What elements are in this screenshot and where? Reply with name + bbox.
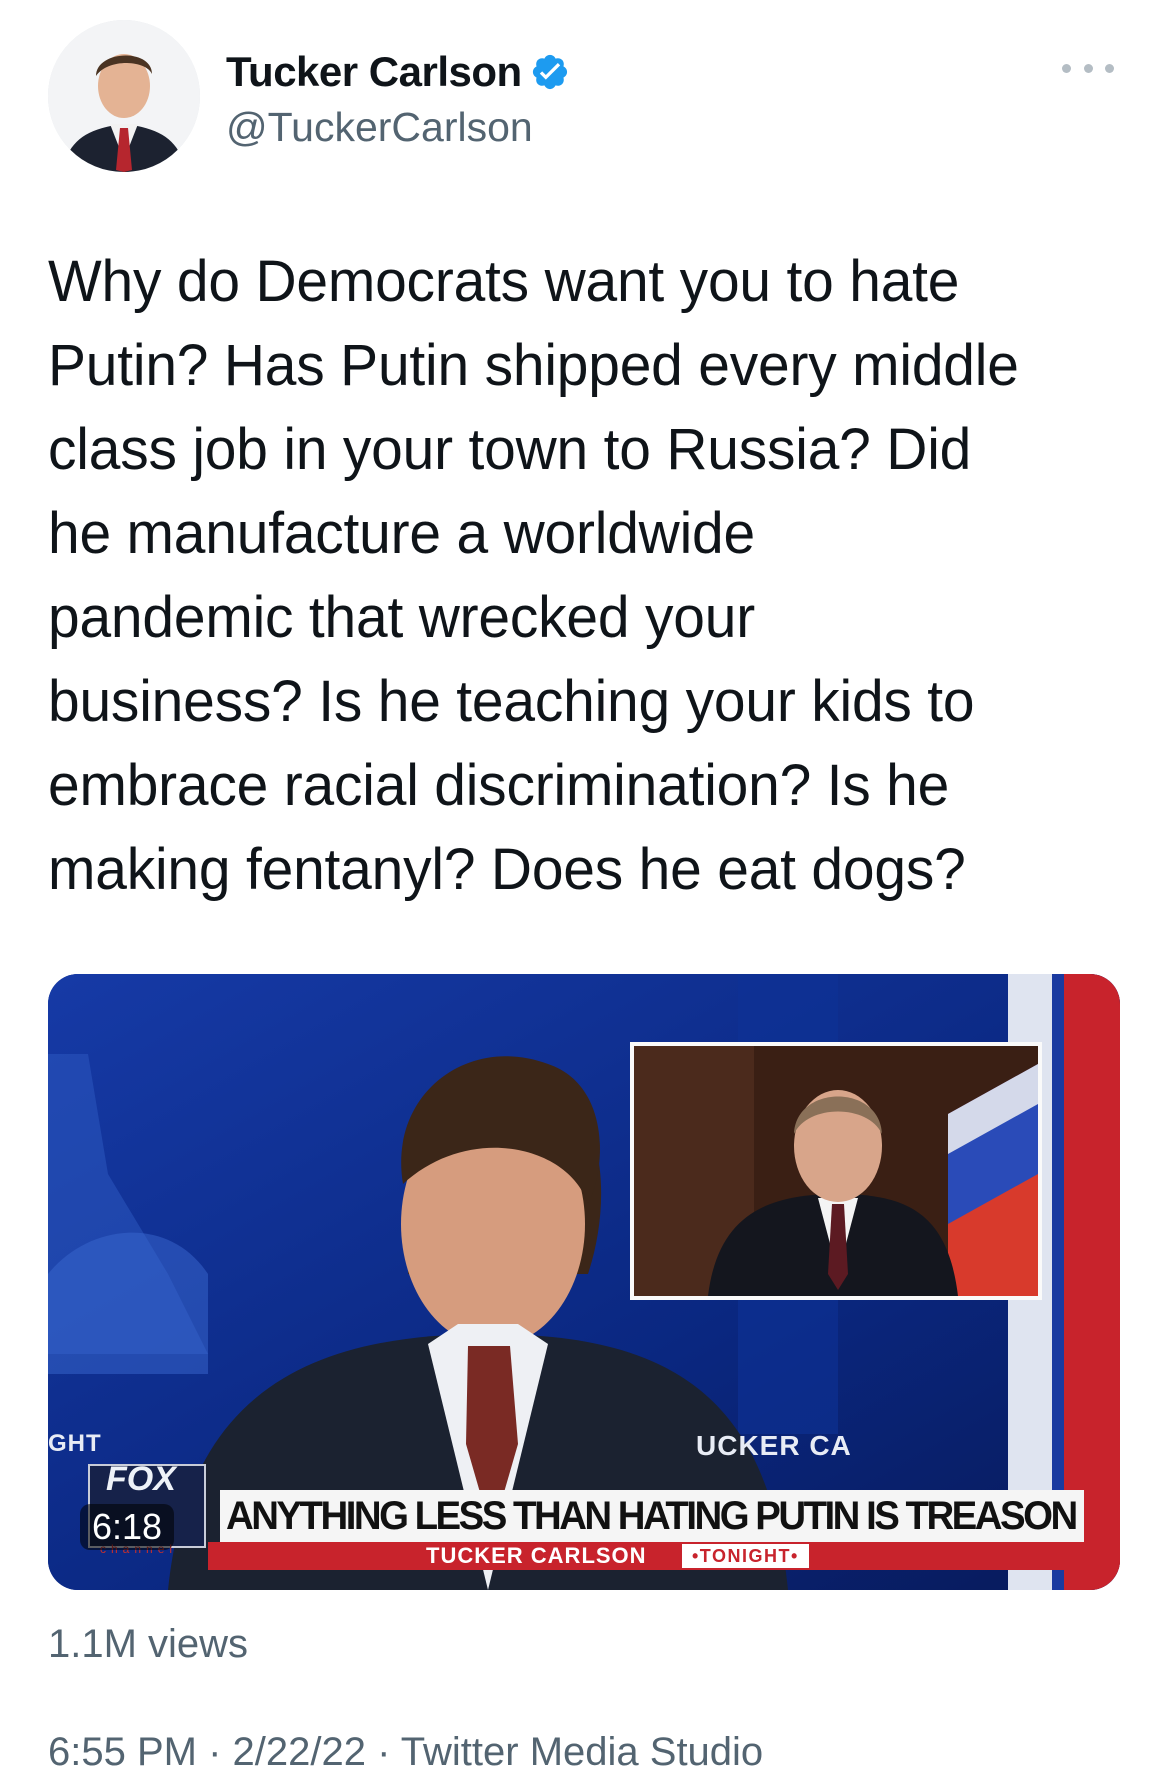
video-player[interactable]: GHT UCKER CA ANYTHING LESS THAN HATING P… [48,974,1120,1590]
avatar[interactable] [48,20,200,172]
tweet-line: Why do Democrats want you to hate [48,249,960,314]
network-logo-text: FOX [106,1460,176,1498]
avatar-photo [48,20,200,172]
verified-badge-icon [532,54,567,90]
chyron-subbar [208,1542,1120,1570]
tweet-line: making fentanyl? Does he eat dogs? [48,837,966,902]
dot [1062,63,1071,73]
tweet-text: Why do Democrats want you to hate Putin?… [48,240,1138,912]
dot [1083,63,1093,73]
author-name-row[interactable]: Tucker Carlson [226,48,570,96]
view-count: 1.1M views [48,1622,249,1666]
show-name: TUCKER CARLSON [426,1543,647,1568]
chyron-headline: ANYTHING LESS THAN HATING PUTIN IS TREAS… [226,1494,1078,1538]
background-text-right: UCKER CA [696,1430,852,1461]
tweet-line: pandemic that wrecked your [48,585,755,650]
tweet-line: Putin? Has Putin shipped every middle [48,333,1019,398]
tweet-line: class job in your town to Russia? Did [48,417,972,482]
background-text-left: GHT [48,1430,102,1457]
more-options-icon[interactable] [1062,58,1114,78]
show-tag: •TONIGHT• [682,1544,809,1568]
tweet-line: he manufacture a worldwide [48,501,755,566]
video-duration: 6:18 [80,1504,175,1550]
dot [1105,63,1114,73]
tweet-line: embrace racial discrimination? Is he [48,753,950,818]
author-handle[interactable]: @TuckerCarlson [226,104,533,151]
tweet-line: business? Is he teaching your kids to [48,669,975,734]
display-name[interactable]: Tucker Carlson [226,48,522,96]
